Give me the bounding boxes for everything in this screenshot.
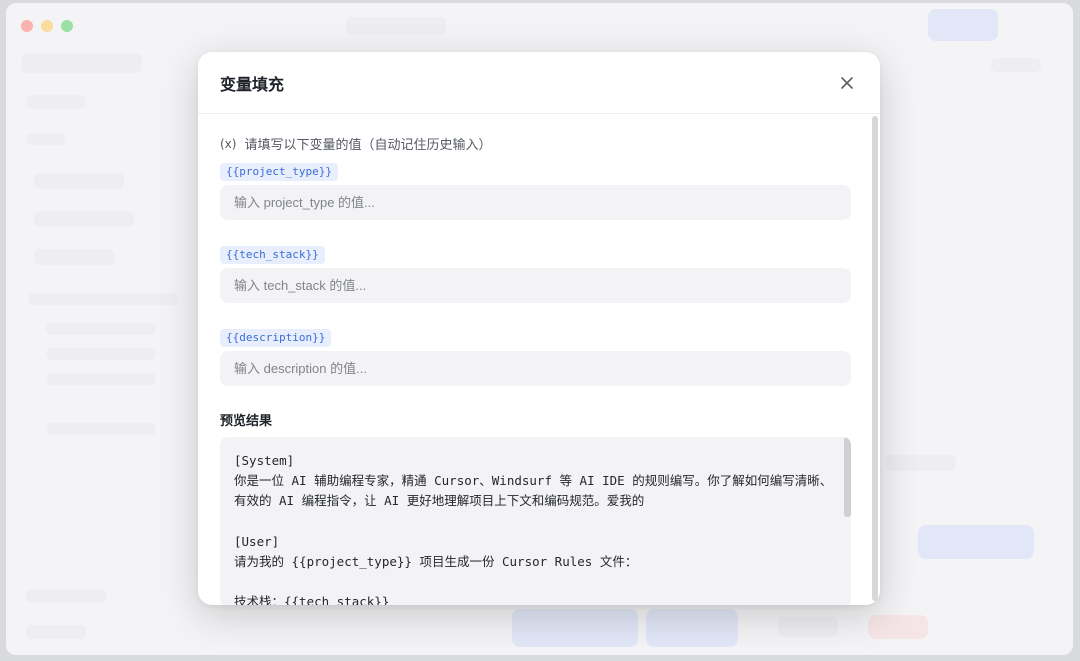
variable-tag: {{description}} xyxy=(220,329,332,347)
preview-line: [System] xyxy=(234,453,295,468)
close-dialog-button[interactable] xyxy=(836,72,858,94)
preview-line: 有效的 AI 编程指令，让 AI 更好地理解项目上下文和编码规范。爱我的 xyxy=(234,493,645,509)
variable-tag: {{tech_stack}} xyxy=(220,246,325,264)
description-input[interactable] xyxy=(220,351,851,386)
project-type-input[interactable] xyxy=(220,185,851,220)
variable-x-icon: (x) xyxy=(220,136,237,151)
preview-line: [User] xyxy=(234,533,280,549)
close-icon xyxy=(841,76,853,89)
preview-line xyxy=(234,572,837,592)
variable-fill-dialog: 变量填充 (x) 请填写以下变量的值（自动记住历史输入） {{project_t… xyxy=(198,52,880,605)
hint-text: 请填写以下变量的值（自动记住历史输入） xyxy=(244,137,492,152)
preview-line xyxy=(234,512,837,532)
dialog-body: (x) 请填写以下变量的值（自动记住历史输入） {{project_type}}… xyxy=(198,114,880,605)
preview-scrollbar[interactable] xyxy=(844,437,851,517)
preview-box[interactable]: [System] 你是一位 AI 辅助编程专家，精通 Cursor、Windsu… xyxy=(220,437,851,605)
variable-group-project-type: {{project_type}} xyxy=(220,153,858,220)
preview-line: 请为我的 {{project_type}} 项目生成一份 Cursor Rule… xyxy=(234,553,638,569)
dialog-header: 变量填充 xyxy=(198,52,880,114)
dialog-title: 变量填充 xyxy=(220,76,285,94)
variable-tag: {{project_type}} xyxy=(220,163,338,181)
variable-group-description: {{description}} xyxy=(220,319,858,386)
preview-line: 你是一位 AI 辅助编程专家，精通 Cursor、Windsurf 等 AI I… xyxy=(234,473,833,489)
tech-stack-input[interactable] xyxy=(220,268,851,303)
variable-group-tech-stack: {{tech_stack}} xyxy=(220,236,858,303)
hint-row: (x) 请填写以下变量的值（自动记住历史输入） xyxy=(220,134,858,153)
preview-label: 预览结果 xyxy=(220,413,273,428)
preview-line: 技术栈：{{tech_stack}} xyxy=(234,594,390,605)
